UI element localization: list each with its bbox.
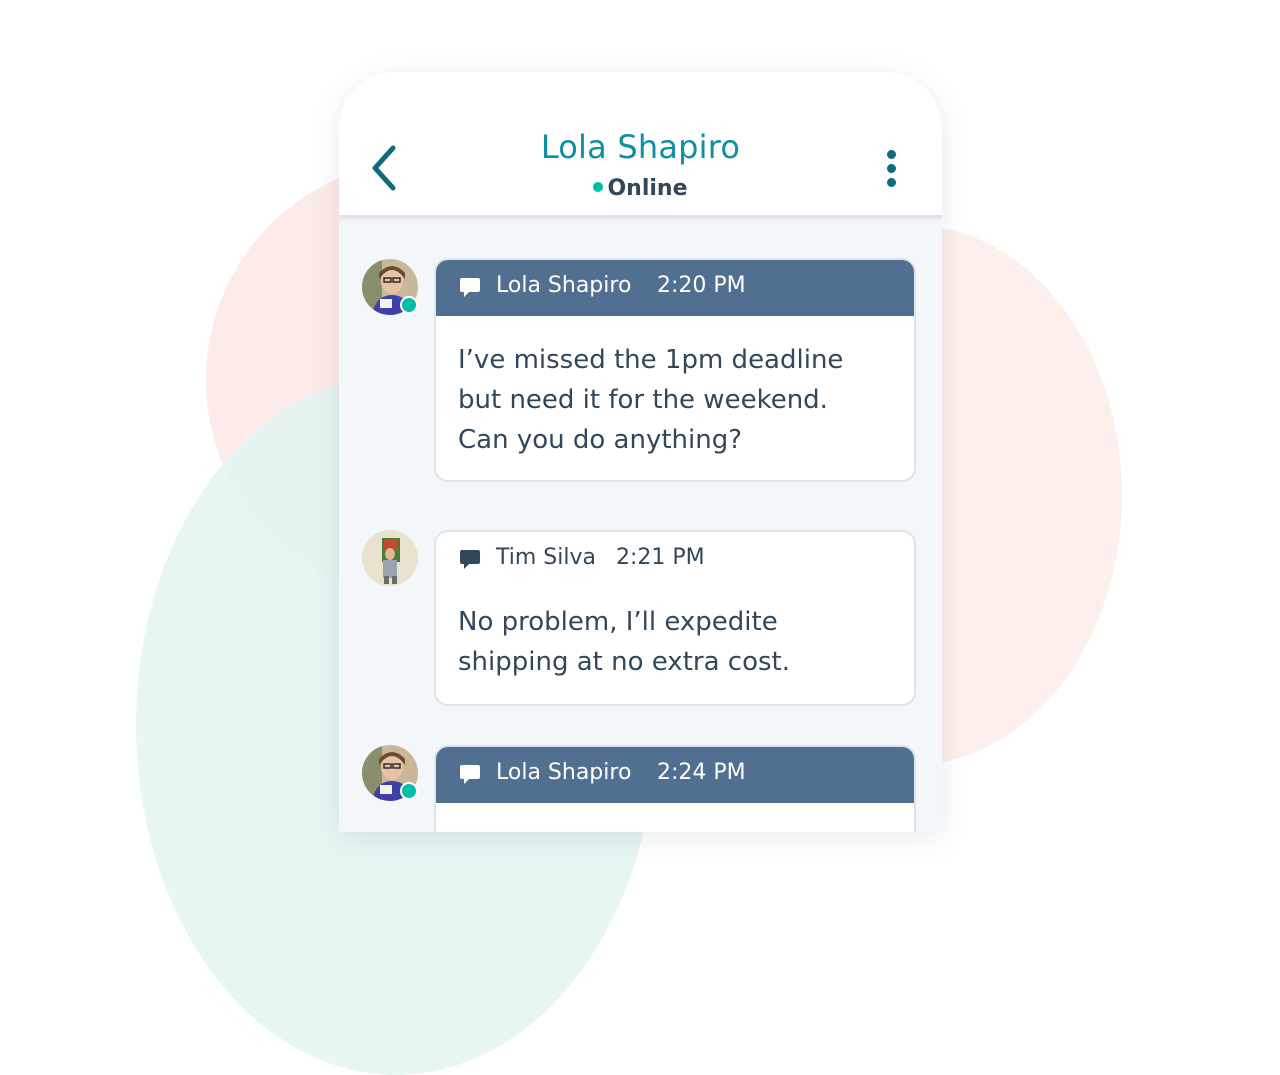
message-bubble: Tim Silva 2:21 PM No problem, I’ll exped…	[434, 530, 916, 706]
chat-bubble-icon	[460, 765, 480, 784]
online-dot	[593, 182, 604, 192]
more-vertical-icon-dot	[887, 178, 896, 187]
message-bubble: Lola Shapiro 2:20 PM I’ve missed the 1pm…	[434, 258, 916, 482]
message-time: 2:24 PM	[657, 760, 746, 785]
message-time: 2:20 PM	[657, 273, 746, 298]
message-header: Lola Shapiro 2:20 PM	[436, 260, 914, 316]
message-bubble: Lola Shapiro 2:24 PM	[434, 745, 916, 832]
lola-avatar[interactable]	[362, 259, 418, 315]
chat-bubble-icon	[460, 550, 480, 569]
more-vertical-icon-dot	[887, 150, 896, 159]
sender-name: Tim Silva	[496, 545, 596, 570]
online-status-label: Online	[607, 176, 688, 201]
message-time: 2:21 PM	[616, 545, 705, 570]
message-text	[436, 803, 914, 832]
message-header: Lola Shapiro 2:24 PM	[436, 747, 914, 803]
tim-avatar[interactable]	[362, 530, 418, 586]
chat-header: Lola Shapiro Online	[339, 72, 942, 217]
message-text: I’ve missed the 1pm deadline but need it…	[458, 345, 844, 455]
online-status: Online	[339, 176, 942, 201]
lola-avatar[interactable]	[362, 745, 418, 801]
phone-frame: Lola Shapiro Online Lola Shapiro 2:20 PM…	[339, 72, 942, 832]
sender-name: Lola Shapiro	[496, 273, 632, 298]
more-vertical-icon-dot	[887, 164, 896, 173]
presence-indicator	[400, 782, 418, 800]
more-options-button[interactable]	[877, 148, 907, 188]
sender-name: Lola Shapiro	[496, 760, 632, 785]
chat-bubble-icon	[460, 278, 480, 297]
contact-name: Lola Shapiro	[540, 128, 741, 166]
message-header: Tim Silva 2:21 PM	[436, 532, 914, 588]
presence-indicator	[400, 296, 418, 314]
message-text: No problem, I’ll expedite shipping at no…	[458, 607, 790, 677]
